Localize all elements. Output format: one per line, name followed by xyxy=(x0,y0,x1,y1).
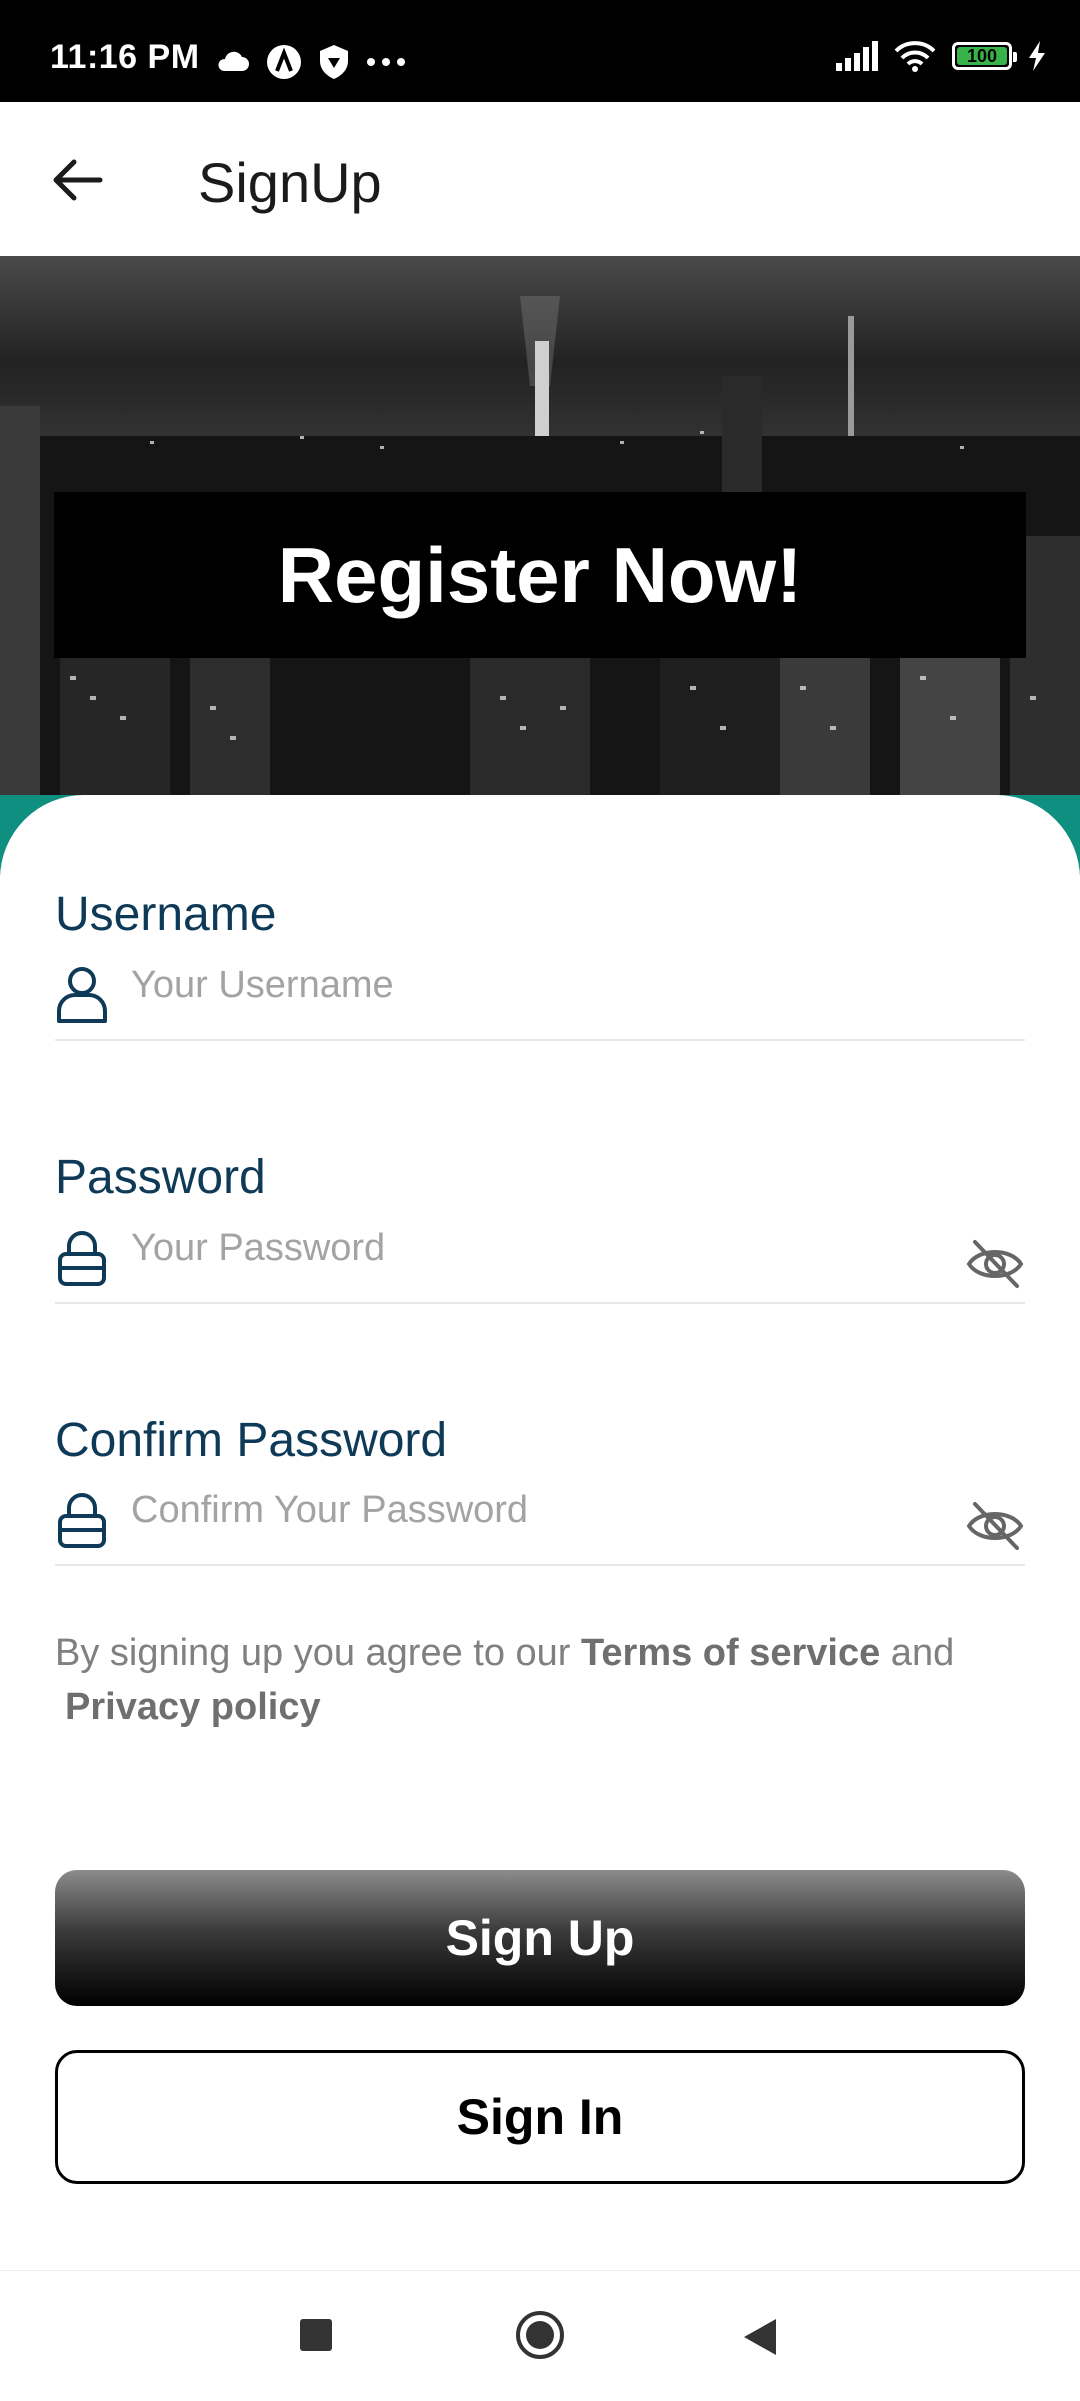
register-banner-text: Register Now! xyxy=(277,530,803,619)
signup-form: Username Password Confirm Password xyxy=(0,795,1080,2270)
terms-prefix: By signing up you agree to our xyxy=(55,1632,582,1674)
wifi-icon xyxy=(894,41,936,72)
terms-of-service-link[interactable]: Terms of service xyxy=(581,1632,880,1674)
eye-off-icon[interactable] xyxy=(965,1498,1025,1554)
lock-icon xyxy=(58,1493,106,1548)
more-dots-icon xyxy=(367,58,405,66)
terms-middle: and xyxy=(880,1632,955,1674)
hero-image: Register Now! xyxy=(0,256,1080,796)
signal-icon xyxy=(836,41,878,71)
battery-icon: 100 xyxy=(952,42,1017,70)
confirm-password-label: Confirm Password xyxy=(55,1414,448,1467)
status-left-icons xyxy=(216,44,406,80)
confirm-password-input[interactable] xyxy=(131,1480,891,1540)
cloud-icon xyxy=(218,51,249,71)
arrow-left-icon[interactable] xyxy=(48,150,108,210)
username-field[interactable] xyxy=(55,955,1025,1041)
page-title: SignUp xyxy=(198,151,382,214)
sign-in-button[interactable]: Sign In xyxy=(55,2050,1025,2184)
user-icon xyxy=(57,967,107,1023)
system-nav-bar xyxy=(0,2270,1080,2401)
home-icon[interactable] xyxy=(516,2311,564,2359)
register-banner: Register Now! xyxy=(54,492,1026,658)
lock-icon xyxy=(58,1231,106,1286)
terms-text: By signing up you agree to our Terms of … xyxy=(55,1626,1035,1734)
sign-up-button[interactable]: Sign Up xyxy=(55,1870,1025,2006)
privacy-policy-link[interactable]: Privacy policy xyxy=(65,1686,321,1728)
password-input[interactable] xyxy=(131,1218,891,1278)
a-logo-icon xyxy=(267,45,301,79)
password-field[interactable] xyxy=(55,1218,1025,1304)
confirm-password-field[interactable] xyxy=(55,1480,1025,1566)
status-bar: 11:16 PM 100 xyxy=(0,0,1080,102)
status-right-icons: 100 xyxy=(836,40,1046,72)
password-label: Password xyxy=(55,1151,266,1204)
app-bar: SignUp xyxy=(0,102,1080,257)
back-triangle-icon[interactable] xyxy=(742,2317,778,2357)
battery-level: 100 xyxy=(966,45,998,66)
eye-off-icon[interactable] xyxy=(965,1236,1025,1292)
username-input[interactable] xyxy=(131,955,891,1015)
shield-icon xyxy=(320,45,348,79)
recent-apps-icon[interactable] xyxy=(300,2319,332,2351)
status-time: 11:16 PM xyxy=(50,38,200,76)
username-label: Username xyxy=(55,888,277,941)
charging-bolt-icon xyxy=(1029,41,1045,71)
